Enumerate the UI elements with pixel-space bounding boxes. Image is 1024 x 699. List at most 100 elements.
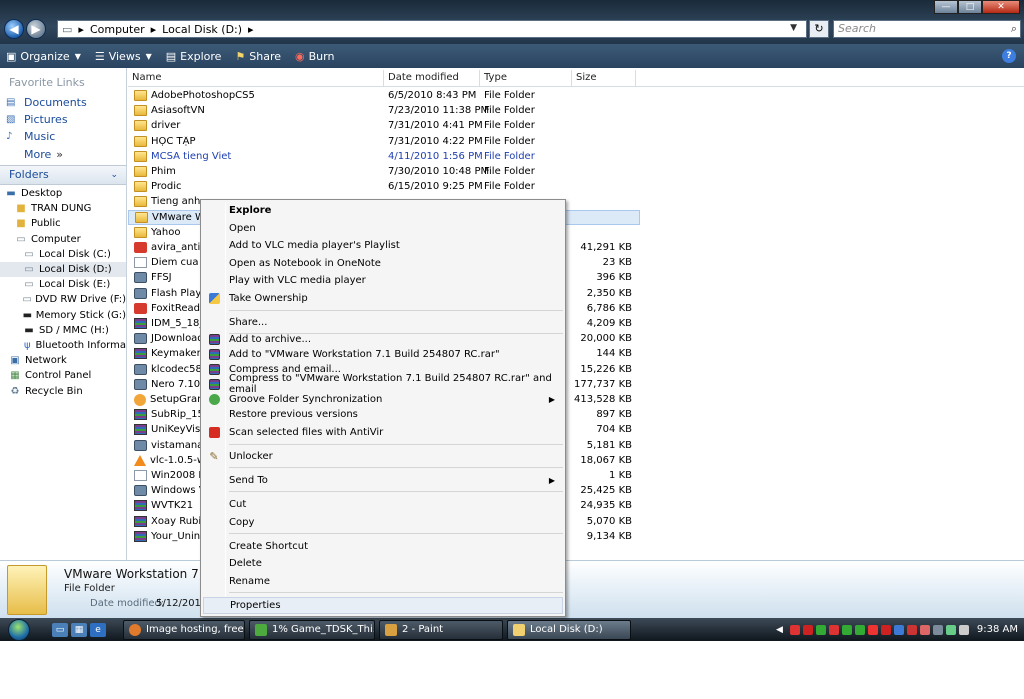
table-row[interactable]: HỌC TẬP 7/31/2010 4:22 PM File Folder xyxy=(128,134,640,149)
volume-icon[interactable] xyxy=(958,624,969,635)
menu-item-restore-versions[interactable]: Restore previous versions xyxy=(203,406,563,423)
search-icon[interactable]: ⌕ xyxy=(1011,21,1017,37)
network-icon: ▣ xyxy=(10,355,20,367)
tree-item-recycle-bin[interactable]: ♻ Recycle Bin xyxy=(0,383,126,398)
menu-item-take-ownership[interactable]: Take Ownership xyxy=(203,290,563,307)
clock[interactable]: 9:38 AM xyxy=(977,624,1018,635)
internet-explorer-icon[interactable]: e xyxy=(90,622,106,637)
help-button[interactable]: ? xyxy=(1002,49,1016,63)
table-row[interactable]: Prodic 6/15/2010 9:25 PM File Folder xyxy=(128,179,640,194)
tree-item-memory-stick[interactable]: ▬ Memory Stick (G:) xyxy=(0,308,126,323)
menu-item-open[interactable]: Open xyxy=(203,220,563,237)
search-input[interactable]: Search ⌕ xyxy=(833,20,1021,38)
tree-item-sd-card[interactable]: ▬ SD / MMC (H:) xyxy=(0,323,126,338)
file-name-cell: MCSA tieng Viet xyxy=(128,150,384,162)
submenu-arrow-icon: ▶ xyxy=(548,475,555,485)
menu-item-groove[interactable]: Groove Folder Synchronization ▶ xyxy=(203,391,563,408)
tree-item-drive-e[interactable]: ▭ Local Disk (E:) xyxy=(0,277,126,292)
menu-item-explore[interactable]: Explore xyxy=(203,202,563,219)
menu-item-antivir[interactable]: Scan selected files with AntiVir xyxy=(203,424,563,441)
idm-tray-icon[interactable] xyxy=(815,624,826,635)
table-row[interactable]: Phim 7/30/2010 10:48 PM File Folder xyxy=(128,164,640,179)
file-name-cell: HỌC TẬP xyxy=(128,135,384,147)
column-size[interactable]: Size xyxy=(572,70,636,86)
menu-item-create-shortcut[interactable]: Create Shortcut xyxy=(203,538,563,555)
show-desktop-icon[interactable]: ▭ xyxy=(52,622,68,637)
tray-icon[interactable] xyxy=(893,624,904,635)
tray-icon[interactable] xyxy=(880,624,891,635)
task-game[interactable]: 1% Game_TDSK_Thi... xyxy=(249,619,375,640)
tree-item-user[interactable]: ■ TRAN DUNG xyxy=(0,201,126,216)
more-links[interactable]: More » xyxy=(0,145,126,163)
tree-item-drive-c[interactable]: ▭ Local Disk (C:) xyxy=(0,247,126,262)
favorite-pictures[interactable]: ▧ Pictures xyxy=(0,111,126,128)
breadcrumb-computer[interactable]: Computer xyxy=(90,23,145,36)
breadcrumb-drive[interactable]: Local Disk (D:) xyxy=(162,23,242,36)
table-row[interactable]: AsiasoftVN 7/23/2010 11:38 PM File Folder xyxy=(128,103,640,118)
tray-icon[interactable] xyxy=(828,624,839,635)
setup-gear-icon xyxy=(134,393,146,406)
table-row[interactable]: MCSA tieng Viet 4/11/2010 1:56 PM File Fol… xyxy=(128,149,640,164)
maximize-button[interactable]: □ xyxy=(958,0,982,14)
menu-item-unlocker[interactable]: ✎ Unlocker xyxy=(203,448,563,465)
task-local-disk[interactable]: Local Disk (D:) xyxy=(507,619,631,640)
language-tray-icon[interactable] xyxy=(932,624,943,635)
chevron-left-icon[interactable]: ◀ xyxy=(776,625,783,635)
tray-icon[interactable] xyxy=(919,624,930,635)
favorite-music[interactable]: ♪ Music xyxy=(0,128,126,145)
task-paint[interactable]: 2 - Paint xyxy=(379,619,503,640)
start-button[interactable] xyxy=(0,618,38,641)
task-image-hosting[interactable]: Image hosting, free ... xyxy=(123,619,245,640)
menu-item-vlc-playlist[interactable]: Add to VLC media player's Playlist xyxy=(203,237,563,254)
tree-item-drive-d[interactable]: ▭ Local Disk (D:) xyxy=(0,261,126,278)
address-dropdown-icon[interactable]: ▼ xyxy=(790,23,797,33)
column-name[interactable]: Name xyxy=(128,70,384,86)
tree-item-public[interactable]: ■ Public xyxy=(0,216,126,231)
refresh-button[interactable]: ↻ xyxy=(809,20,829,38)
close-button[interactable]: ✕ xyxy=(982,0,1020,14)
favorite-documents[interactable]: ▤ Documents xyxy=(0,94,126,111)
minimize-button[interactable]: — xyxy=(934,0,958,14)
folder-icon: ■ xyxy=(16,218,26,230)
address-bar[interactable]: ▭ ▸ Computer ▸ Local Disk (D:) ▸ ▼ xyxy=(57,20,807,38)
burn-button[interactable]: ◉ Burn xyxy=(295,50,334,63)
menu-item-copy[interactable]: Copy xyxy=(203,514,563,531)
menu-item-vlc-play[interactable]: Play with VLC media player xyxy=(203,272,563,289)
back-button[interactable]: ◀ xyxy=(4,19,24,39)
tree-item-desktop[interactable]: ▬ Desktop xyxy=(0,186,126,201)
file-date: 7/30/2010 10:48 PM xyxy=(388,166,490,178)
table-row[interactable]: driver 7/31/2010 4:41 PM File Folder xyxy=(128,118,640,133)
menu-item-onenote[interactable]: Open as Notebook in OneNote xyxy=(203,255,563,272)
share-button[interactable]: ⚑ Share xyxy=(235,50,281,63)
column-type[interactable]: Type xyxy=(480,70,572,86)
tray-icon[interactable] xyxy=(906,624,917,635)
views-button[interactable]: ☰ Views ▼ xyxy=(95,50,152,63)
tray-icon[interactable] xyxy=(841,624,852,635)
burn-label: Burn xyxy=(308,49,335,63)
tree-item-dvd-drive[interactable]: ▭ DVD RW Drive (F:) xyxy=(0,292,126,307)
menu-item-send-to[interactable]: Send To ▶ xyxy=(203,472,563,489)
tray-icon[interactable] xyxy=(854,624,865,635)
forward-button[interactable]: ▶ xyxy=(26,19,46,39)
tree-item-control-panel[interactable]: ▦ Control Panel xyxy=(0,368,126,383)
switch-windows-icon[interactable]: ▦ xyxy=(71,622,87,637)
tray-icon[interactable] xyxy=(867,624,878,635)
menu-item-delete[interactable]: Delete xyxy=(203,555,563,572)
network-tray-icon[interactable] xyxy=(945,624,956,635)
menu-item-properties[interactable]: Properties xyxy=(203,596,563,614)
menu-item-rename[interactable]: Rename xyxy=(203,573,563,590)
antivirus-tray-icon[interactable] xyxy=(789,624,800,635)
security-tray-icon[interactable] xyxy=(802,624,813,635)
tree-item-computer[interactable]: ▭ Computer xyxy=(0,232,126,247)
organize-button[interactable]: ▣ Organize ▼ xyxy=(6,50,81,63)
tree-item-bluetooth[interactable]: ψ Bluetooth Informa xyxy=(0,338,126,353)
menu-item-cut[interactable]: Cut xyxy=(203,496,563,513)
tree-label: Local Disk (D:) xyxy=(39,264,112,276)
tree-item-network[interactable]: ▣ Network xyxy=(0,353,126,368)
column-date-modified[interactable]: Date modified xyxy=(384,70,480,86)
table-row[interactable]: AdobePhotoshopCS5 6/5/2010 8:43 PM File Fo… xyxy=(128,88,640,103)
folders-header[interactable]: Folders ⌄ xyxy=(0,165,126,185)
menu-item-share[interactable]: Share... xyxy=(203,314,563,331)
explore-button[interactable]: ▤ Explore xyxy=(166,50,222,63)
chevron-down-icon: ⌄ xyxy=(110,170,118,180)
